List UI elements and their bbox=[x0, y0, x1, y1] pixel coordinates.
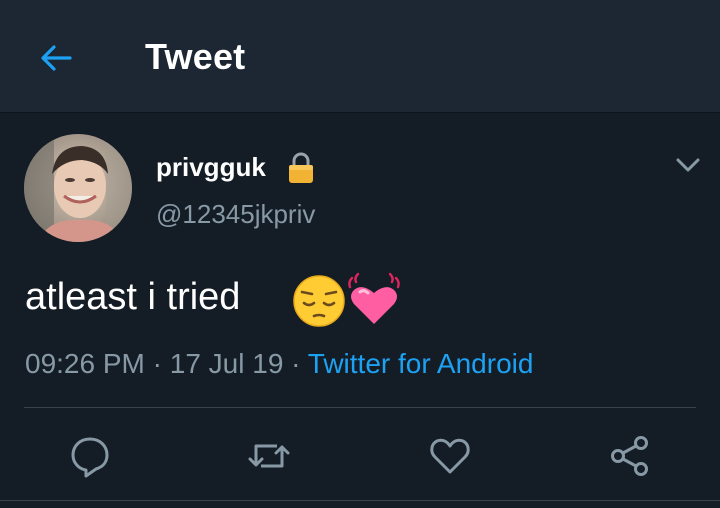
lock-icon bbox=[289, 152, 313, 183]
tweet-emojis bbox=[290, 270, 410, 330]
page-title: Tweet bbox=[145, 36, 246, 77]
display-name[interactable]: privgguk bbox=[156, 152, 266, 183]
top-app-bar: Tweet bbox=[0, 0, 720, 113]
divider bbox=[24, 407, 696, 408]
separator: · bbox=[291, 348, 301, 379]
beating-heart-emoji bbox=[348, 272, 400, 324]
tweet-time: 09:26 PM bbox=[25, 348, 145, 379]
reply-icon[interactable] bbox=[68, 434, 112, 478]
arrow-left-icon[interactable] bbox=[36, 38, 76, 78]
chevron-down-icon[interactable] bbox=[674, 154, 702, 176]
pensive-face-emoji bbox=[293, 275, 345, 327]
separator: · bbox=[152, 348, 162, 379]
tweet-source-link[interactable]: Twitter for Android bbox=[308, 348, 534, 379]
avatar[interactable] bbox=[24, 134, 132, 242]
tweet-metadata: 09:26 PM · 17 Jul 19 · Twitter for Andro… bbox=[25, 348, 533, 380]
avatar-photo bbox=[24, 134, 132, 242]
share-icon[interactable] bbox=[608, 434, 652, 478]
user-handle[interactable]: @12345jkpriv bbox=[156, 199, 315, 230]
retweet-icon[interactable] bbox=[247, 434, 291, 478]
divider bbox=[0, 500, 720, 501]
tweet-text: atleast i tried bbox=[25, 276, 241, 318]
like-icon[interactable] bbox=[428, 434, 472, 478]
tweet-date: 17 Jul 19 bbox=[169, 348, 284, 379]
